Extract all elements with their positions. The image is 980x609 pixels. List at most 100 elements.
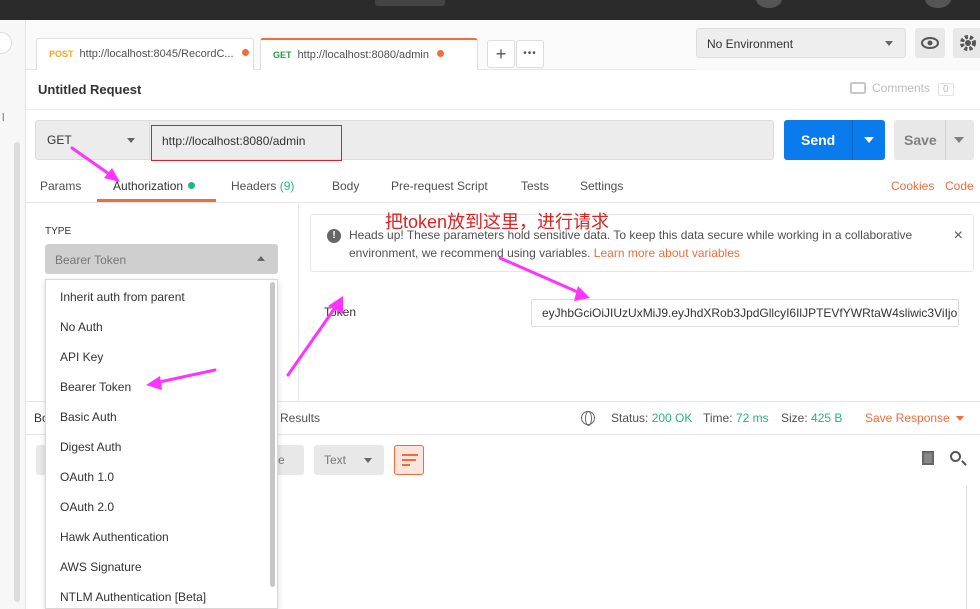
request-tab-post[interactable]: POST http://localhost:8045/RecordC...: [36, 38, 254, 70]
manage-environments-button[interactable]: [953, 28, 980, 58]
method-value: GET: [47, 133, 72, 147]
send-button[interactable]: Send: [784, 120, 885, 160]
send-divider: [852, 120, 853, 160]
dropdown-option[interactable]: OAuth 1.0: [60, 470, 114, 484]
unsaved-dot-icon: [437, 50, 444, 57]
url-bar: GET http://localhost:8080/admin: [35, 120, 774, 161]
environment-bar: No Environment: [696, 20, 980, 70]
sidebar-toggle[interactable]: [0, 32, 12, 54]
dropdown-option[interactable]: Inherit auth from parent: [60, 290, 185, 304]
exclamation-icon: !: [327, 229, 341, 243]
globe-icon[interactable]: [581, 411, 595, 426]
save-divider: [945, 120, 946, 160]
dropdown-option[interactable]: NTLM Authentication [Beta]: [60, 590, 206, 604]
save-label: Save: [904, 132, 937, 148]
comments-button[interactable]: Comments 0: [850, 81, 954, 96]
chevron-down-icon: [885, 41, 893, 46]
environment-value: No Environment: [707, 37, 794, 51]
copy-icon[interactable]: [922, 451, 934, 465]
new-tab-button[interactable]: +: [487, 40, 515, 68]
url-input[interactable]: http://localhost:8080/admin: [151, 125, 342, 161]
wrap-icon-line: [402, 464, 410, 466]
code-link[interactable]: Code: [945, 179, 974, 193]
more-tabs-button[interactable]: •••: [516, 40, 544, 68]
dropdown-option[interactable]: Bearer Token: [60, 380, 131, 394]
tab-url: http://localhost:8045/RecordC...: [79, 48, 234, 60]
comments-label: Comments: [872, 81, 931, 95]
active-tab-underline: [97, 199, 216, 202]
tab-tests[interactable]: Tests: [521, 179, 549, 193]
auth-type-dropdown: Inherit auth from parent No Auth API Key…: [45, 279, 278, 609]
tab-pre-request-script[interactable]: Pre-request Script: [391, 179, 488, 193]
save-response-button[interactable]: Save Response: [865, 411, 964, 425]
wrap-icon-line: [402, 459, 416, 461]
environment-quick-look-button[interactable]: [915, 28, 945, 58]
time-info: Time: 72 ms: [703, 411, 769, 425]
divider: [26, 109, 980, 110]
status-info: Status: 200 OK: [611, 411, 692, 425]
eye-icon: [921, 37, 939, 49]
environment-select[interactable]: No Environment: [696, 28, 906, 58]
unsaved-dot-icon: [241, 49, 249, 56]
request-title[interactable]: Untitled Request: [38, 82, 141, 97]
dropdown-option[interactable]: Basic Auth: [60, 410, 117, 424]
status-label: Status:: [611, 411, 649, 425]
close-icon[interactable]: ×: [954, 227, 963, 245]
window-title-bar: [0, 0, 980, 20]
send-options-chevron-icon[interactable]: [864, 137, 874, 143]
search-icon[interactable]: [950, 451, 961, 462]
title-bar-avatar[interactable]: [756, 0, 782, 8]
dropdown-scrollbar[interactable]: [270, 282, 275, 587]
gear-icon: [960, 35, 976, 51]
tab-authorization-label: Authorization: [113, 179, 184, 193]
format-select[interactable]: Text: [314, 445, 384, 475]
token-label: Token: [324, 305, 357, 319]
time-value: 72 ms: [735, 411, 769, 425]
tab-body[interactable]: Body: [332, 179, 359, 193]
headers-count: (9): [279, 179, 295, 193]
cookies-link[interactable]: Cookies: [891, 179, 934, 193]
response-scroll-track: [966, 486, 967, 609]
method-select[interactable]: GET: [36, 121, 150, 159]
annotation-text: 把token放到这里，进行请求: [385, 212, 610, 232]
wrap-lines-button[interactable]: [394, 445, 424, 475]
chevron-down-icon: [127, 138, 135, 143]
size-info: Size: 425 B: [781, 411, 842, 425]
token-input[interactable]: eyJhbGciOiJIUzUxMiJ9.eyJhdXRob3JpdGllcyI…: [531, 299, 959, 327]
sidebar-mark: l: [2, 112, 5, 124]
status-value: 200 OK: [651, 411, 693, 425]
auth-type-value: Bearer Token: [55, 253, 127, 267]
size-value: 425 B: [811, 411, 843, 425]
learn-more-link[interactable]: Learn more about variables: [594, 246, 740, 260]
tab-test-results[interactable]: Results: [280, 411, 320, 425]
comment-icon: [850, 82, 866, 94]
send-label: Send: [801, 132, 836, 148]
tab-url: http://localhost:8080/admin: [297, 49, 429, 61]
comments-count: 0: [938, 83, 954, 96]
dropdown-option[interactable]: No Auth: [60, 320, 103, 334]
dropdown-option[interactable]: OAuth 2.0: [60, 500, 114, 514]
dropdown-option[interactable]: AWS Signature: [60, 560, 142, 574]
active-dot-icon: [188, 182, 196, 189]
dropdown-option[interactable]: API Key: [60, 350, 103, 364]
tab-settings[interactable]: Settings: [580, 179, 623, 193]
title-bar-avatar-2[interactable]: [925, 0, 951, 8]
tab-headers-label: Headers: [231, 179, 277, 193]
auth-type-select[interactable]: Bearer Token: [45, 244, 278, 274]
sidebar-scrollbar[interactable]: [14, 142, 20, 602]
save-options-chevron-icon[interactable]: [954, 137, 964, 143]
request-tab-get[interactable]: GET http://localhost:8080/admin: [260, 38, 478, 70]
dropdown-option[interactable]: Hawk Authentication: [60, 530, 169, 544]
time-label: Time:: [703, 411, 733, 425]
tab-authorization[interactable]: Authorization: [113, 179, 196, 193]
tab-headers[interactable]: Headers (9): [231, 179, 294, 193]
tab-method-get: GET: [273, 50, 292, 60]
request-tab-bar: POST http://localhost:8045/RecordC... GET…: [26, 20, 696, 70]
title-bar-pill: [375, 0, 445, 6]
tab-params[interactable]: Params: [40, 179, 81, 193]
sidebar-strip: l: [0, 20, 26, 609]
chevron-down-icon: [364, 458, 372, 463]
save-button[interactable]: Save: [894, 120, 974, 160]
tab-method-post: POST: [49, 49, 74, 59]
dropdown-option[interactable]: Digest Auth: [60, 440, 121, 454]
